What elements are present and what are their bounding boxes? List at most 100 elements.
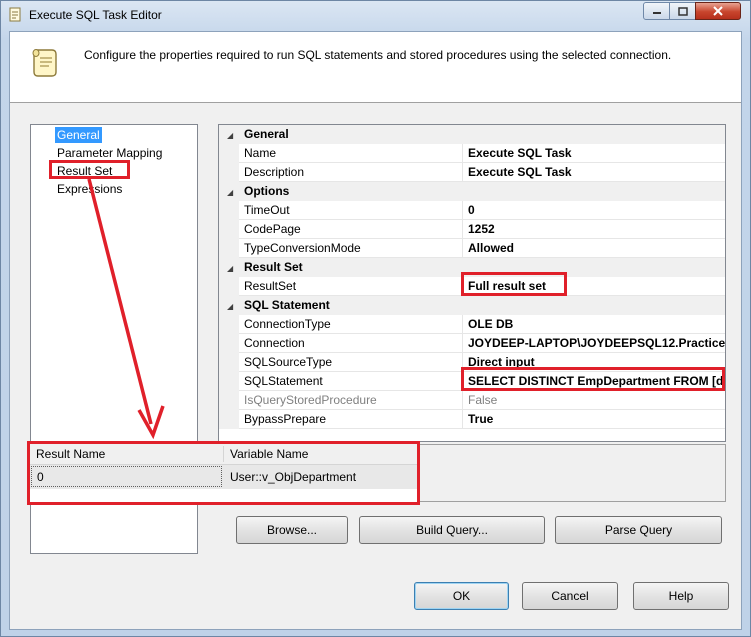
column-divider — [462, 334, 463, 353]
cell-text: 0 — [37, 470, 44, 484]
property-value[interactable]: True — [468, 412, 725, 426]
category-label: Options — [244, 184, 290, 198]
property-value[interactable]: Direct input — [468, 355, 725, 369]
property-value[interactable]: Execute SQL Task — [468, 165, 725, 179]
property-row-name[interactable]: Name Execute SQL Task — [219, 144, 725, 163]
property-name: Connection — [244, 336, 305, 350]
property-value[interactable]: Full result set — [468, 279, 725, 293]
property-name: CodePage — [244, 222, 301, 236]
category-label: SQL Statement — [244, 298, 330, 312]
property-name: TypeConversionMode — [244, 241, 361, 255]
scroll-document-icon — [32, 49, 57, 77]
browse-button[interactable]: Browse... — [236, 516, 348, 544]
title-bar[interactable]: Execute SQL Task Editor — [1, 1, 750, 29]
nav-item-general[interactable]: General — [55, 127, 102, 143]
property-name: Name — [244, 146, 277, 160]
row-gutter — [219, 220, 239, 239]
nav-item-result-set[interactable]: Result Set — [55, 163, 114, 179]
property-name: TimeOut — [244, 203, 290, 217]
dialog-client: Configure the properties required to run… — [9, 31, 742, 630]
variable-name-cell[interactable]: User::v_ObjDepartment — [230, 470, 356, 484]
column-divider[interactable] — [223, 446, 224, 462]
ok-button[interactable]: OK — [414, 582, 509, 610]
property-row-resultset[interactable]: ResultSet Full result set — [219, 277, 725, 296]
column-divider — [462, 220, 463, 239]
row-gutter — [219, 410, 239, 429]
build-query-button[interactable]: Build Query... — [359, 516, 545, 544]
row-gutter — [219, 353, 239, 372]
row-gutter — [219, 239, 239, 258]
parse-query-button[interactable]: Parse Query — [555, 516, 722, 544]
row-gutter — [219, 277, 239, 296]
property-row-codepage[interactable]: CodePage 1252 — [219, 220, 725, 239]
property-value[interactable]: SELECT DISTINCT EmpDepartment FROM [dbo — [468, 374, 725, 388]
column-divider — [462, 144, 463, 163]
column-divider — [462, 315, 463, 334]
property-row-connectiontype[interactable]: ConnectionType OLE DB — [219, 315, 725, 334]
column-divider — [462, 277, 463, 296]
row-gutter — [219, 163, 239, 182]
column-divider — [462, 372, 463, 391]
row-gutter — [219, 315, 239, 334]
property-row-bypassprepare[interactable]: BypassPrepare True — [219, 410, 725, 429]
minimize-icon — [652, 12, 661, 14]
row-gutter — [219, 144, 239, 163]
row-gutter — [219, 201, 239, 220]
property-row-timeout[interactable]: TimeOut 0 — [219, 201, 725, 220]
collapse-icon[interactable]: ◢ — [227, 188, 233, 197]
column-divider — [462, 410, 463, 429]
collapse-icon[interactable]: ◢ — [227, 131, 233, 140]
category-label: Result Set — [244, 260, 303, 274]
result-set-grid: Result Name Variable Name 0 User::v_ObjD… — [30, 444, 420, 502]
category-result-set[interactable]: ◢ Result Set — [219, 258, 725, 277]
property-value[interactable]: JOYDEEP-LAPTOP\JOYDEEPSQL12.PracticeDB — [468, 336, 725, 350]
help-button[interactable]: Help — [633, 582, 729, 610]
property-value[interactable]: OLE DB — [468, 317, 725, 331]
column-header-result-name[interactable]: Result Name — [36, 447, 105, 461]
category-sql-statement[interactable]: ◢ SQL Statement — [219, 296, 725, 315]
minimize-button[interactable] — [643, 2, 670, 20]
nav-item-expressions[interactable]: Expressions — [55, 181, 124, 197]
result-name-cell[interactable]: 0 — [31, 466, 222, 487]
property-row-typeconversionmode[interactable]: TypeConversionMode Allowed — [219, 239, 725, 258]
property-name: ResultSet — [244, 279, 297, 293]
maximize-button[interactable] — [669, 2, 696, 20]
sql-task-icon — [9, 7, 21, 22]
collapse-icon[interactable]: ◢ — [227, 264, 233, 273]
header-description: Configure the properties required to run… — [84, 48, 672, 62]
column-divider — [462, 239, 463, 258]
property-row-description[interactable]: Description Execute SQL Task — [219, 163, 725, 182]
property-row-sqlstatement[interactable]: SQLStatement SELECT DISTINCT EmpDepartme… — [219, 372, 725, 391]
window-title: Execute SQL Task Editor — [29, 8, 162, 22]
property-name: Description — [244, 165, 305, 179]
property-value: False — [468, 393, 498, 407]
category-general[interactable]: ◢ General — [219, 125, 725, 144]
maximize-icon — [677, 6, 688, 16]
row-gutter — [219, 372, 239, 391]
property-row-connection[interactable]: Connection JOYDEEP-LAPTOP\JOYDEEPSQL12.P… — [219, 334, 725, 353]
cancel-button[interactable]: Cancel — [522, 582, 618, 610]
property-grid: ◢ General Name Execute SQL Task Descript… — [218, 124, 726, 442]
collapse-icon[interactable]: ◢ — [227, 302, 233, 311]
column-header-variable-name[interactable]: Variable Name — [230, 447, 308, 461]
dialog-header: Configure the properties required to run… — [10, 32, 741, 103]
category-options[interactable]: ◢ Options — [219, 182, 725, 201]
dialog-window: Execute SQL Task Editor Configure the pr… — [0, 0, 751, 637]
grid-header: Result Name Variable Name — [30, 444, 420, 465]
close-button[interactable] — [695, 2, 741, 20]
property-value[interactable]: Allowed — [468, 241, 725, 255]
property-value[interactable]: Execute SQL Task — [468, 146, 725, 160]
column-divider — [462, 163, 463, 182]
property-row-sqlsourcetype[interactable]: SQLSourceType Direct input — [219, 353, 725, 372]
nav-item-parameter-mapping[interactable]: Parameter Mapping — [55, 145, 164, 161]
table-row[interactable]: 0 User::v_ObjDepartment — [30, 465, 420, 489]
property-value[interactable]: 0 — [468, 203, 725, 217]
row-gutter — [219, 334, 239, 353]
property-name: SQLStatement — [244, 374, 323, 388]
property-value[interactable]: 1252 — [468, 222, 725, 236]
column-divider — [462, 201, 463, 220]
category-label: General — [244, 127, 289, 141]
property-row-isquerystoredprocedure[interactable]: IsQueryStoredProcedure False — [219, 391, 725, 410]
property-name: IsQueryStoredProcedure — [244, 393, 377, 407]
property-name: ConnectionType — [244, 317, 331, 331]
